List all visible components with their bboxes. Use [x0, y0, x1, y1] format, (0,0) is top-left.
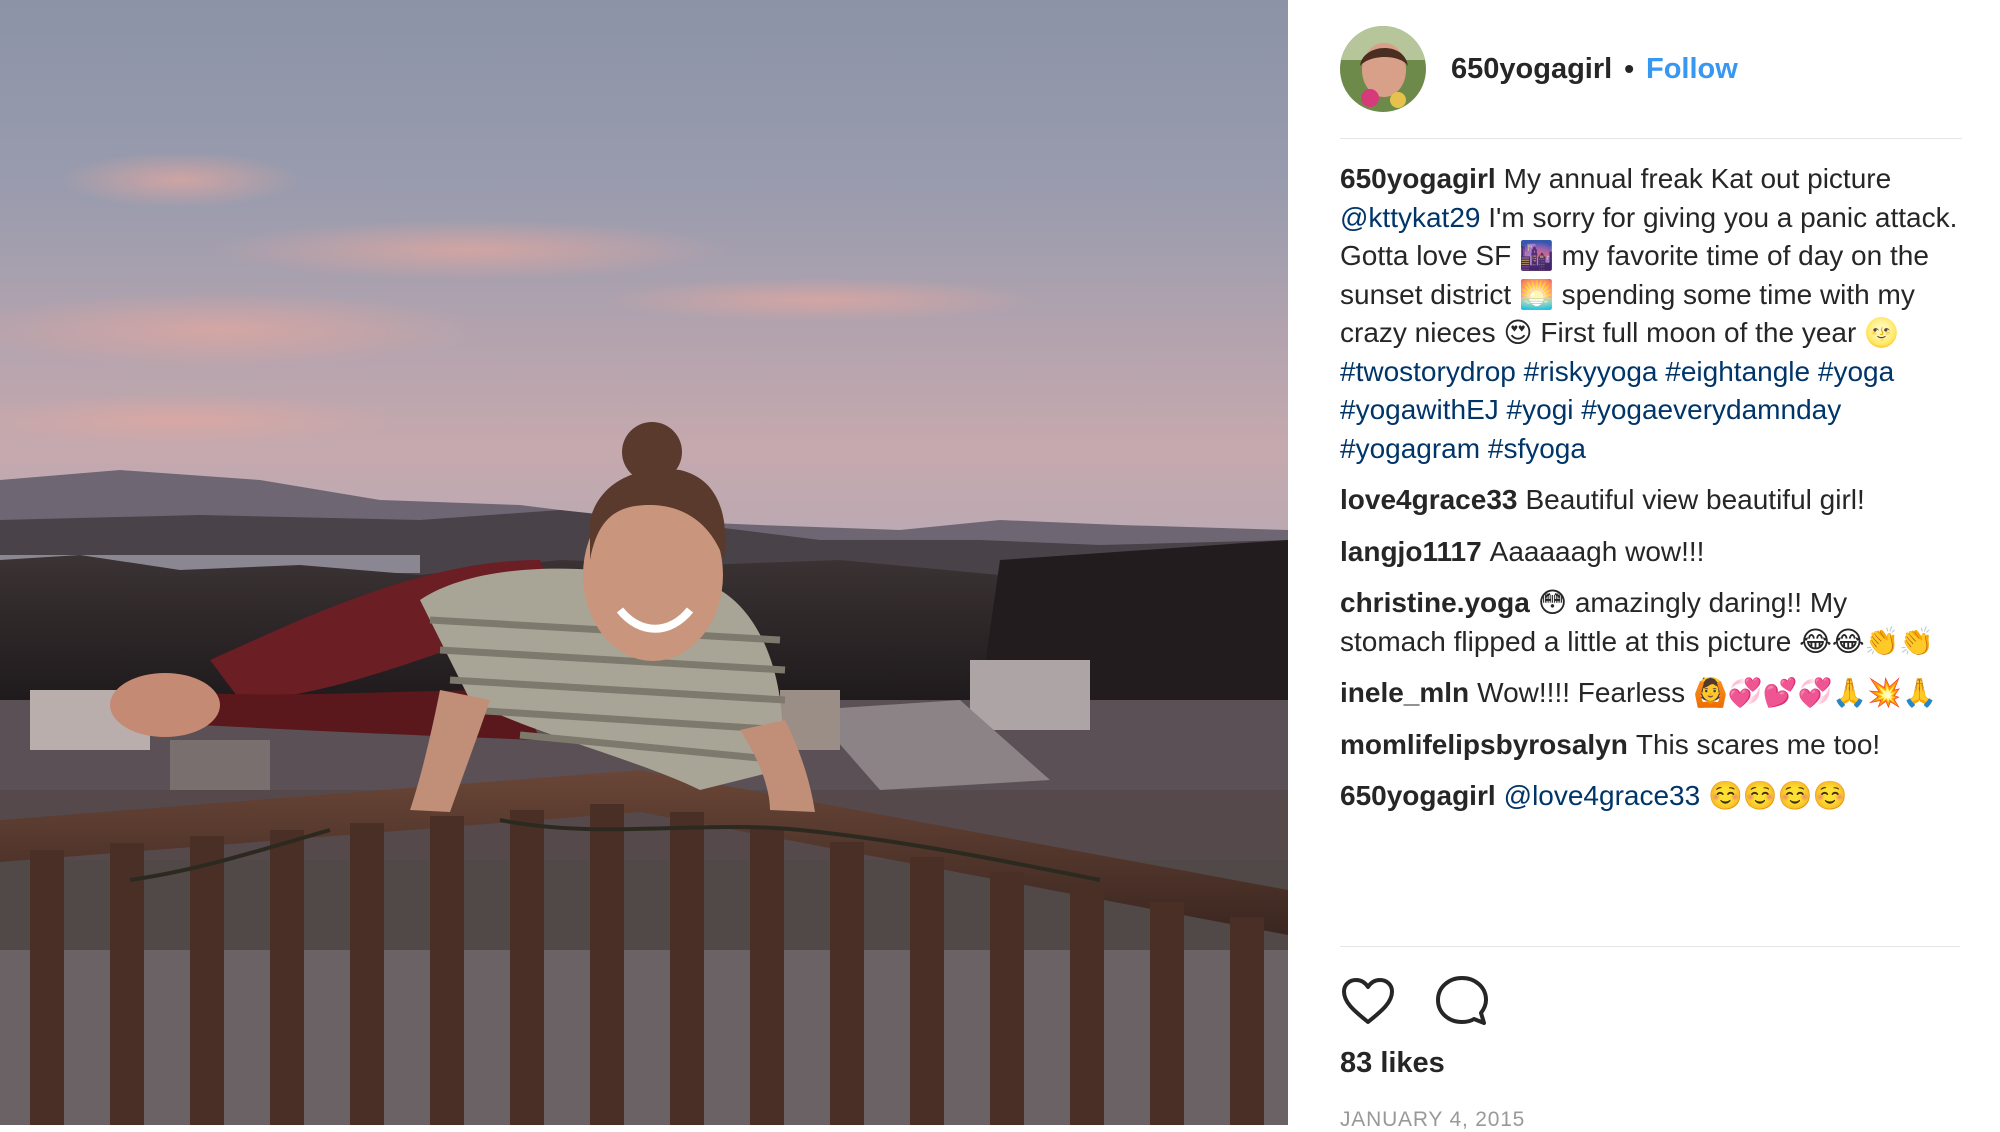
hashtag-link[interactable]: #yogawithEJ [1340, 394, 1499, 425]
hashtag-link[interactable]: #yogaeverydamnday [1581, 394, 1841, 425]
like-button[interactable] [1340, 973, 1396, 1029]
emoji: 😂😂👏👏 [1799, 625, 1935, 657]
comment-username[interactable]: christine.yoga [1340, 587, 1530, 618]
author-username[interactable]: 650yogagirl [1451, 53, 1612, 86]
comment-item: momlifelipsbyrosalyn This scares me too! [1340, 726, 1960, 765]
comment-button[interactable] [1434, 973, 1490, 1029]
emoji: 🙆💞💕💞🙏💥🙏 [1692, 677, 1937, 708]
post-date: JANUARY 4, 2015 [1340, 1108, 1526, 1131]
comment-item: langjo1117 Aaaaaagh wow!!! [1340, 533, 1960, 572]
post-header: 650yogagirl • Follow [1340, 0, 1962, 139]
avatar[interactable] [1340, 26, 1426, 112]
mention-link[interactable]: @love4grace33 [1504, 780, 1701, 811]
comment-item: 650yogagirl My annual freak Kat out pictu… [1340, 160, 1960, 468]
post-sidebar: 650yogagirl • Follow 650yogagirl My annua… [1288, 0, 2000, 1131]
heart-outline-icon [1342, 978, 1394, 1024]
emoji: 🌆 [1518, 240, 1554, 271]
comment-username[interactable]: inele_mln [1340, 677, 1469, 708]
hashtag-link[interactable]: #sfyoga [1488, 433, 1586, 464]
instagram-post: 650yogagirl • Follow 650yogagirl My annua… [0, 0, 2000, 1131]
comment-text [1516, 356, 1524, 387]
hashtag-link[interactable]: #twostorydrop [1340, 356, 1516, 387]
comment-item: 650yogagirl @love4grace33 ☺️☺️☺️☺️ [1340, 777, 1960, 816]
comment-text [1810, 356, 1818, 387]
separator-dot: • [1624, 53, 1634, 84]
comment-username[interactable]: love4grace33 [1340, 484, 1517, 515]
hashtag-link[interactable]: #yogi [1507, 394, 1574, 425]
emoji: 😳 [1537, 587, 1568, 618]
emoji: ☺️☺️☺️☺️ [1707, 780, 1848, 811]
emoji: 😍 [1503, 317, 1533, 348]
comment-username[interactable]: 650yogagirl [1340, 780, 1496, 811]
hashtag-link[interactable]: #riskyyoga [1524, 356, 1658, 387]
comment-text: My annual freak Kat out picture [1503, 163, 1892, 194]
comment-item: love4grace33 Beautiful view beautiful gir… [1340, 481, 1960, 520]
mention-link[interactable]: @kttykat29 [1340, 202, 1480, 233]
comment-username[interactable]: momlifelipsbyrosalyn [1340, 729, 1628, 760]
hashtag-link[interactable]: #eightangle [1665, 356, 1810, 387]
comment-username[interactable]: 650yogagirl [1340, 163, 1496, 194]
emoji: 🌅 [1518, 278, 1554, 310]
comment-item: christine.yoga 😳 amazingly daring!! My st… [1340, 584, 1960, 661]
comment-text: Aaaaaagh wow!!! [1489, 535, 1705, 567]
speech-bubble-icon [1436, 976, 1488, 1025]
comment-text: First full moon of the year [1532, 317, 1865, 348]
follow-button[interactable]: Follow [1646, 53, 1738, 86]
comment-text: This scares me too! [1635, 728, 1881, 760]
likes-count[interactable]: 83 likes [1340, 1047, 1445, 1080]
comment-item: inele_mln Wow!!!! Fearless 🙆💞💕💞🙏💥🙏 [1340, 674, 1960, 713]
comment-text: Beautiful view beautiful girl! [1525, 484, 1865, 515]
comments-list[interactable]: 650yogagirl My annual freak Kat out pictu… [1340, 160, 1960, 947]
hashtag-link[interactable]: #yogagram [1340, 433, 1480, 464]
post-photo[interactable] [0, 0, 1288, 1125]
hashtag-link[interactable]: #yoga [1818, 356, 1894, 387]
comment-text [1480, 433, 1488, 464]
comment-text [1700, 780, 1708, 811]
emoji: 🌝 [1864, 317, 1899, 348]
comment-username[interactable]: langjo1117 [1340, 536, 1482, 567]
comment-text: Wow!!!! Fearless [1477, 677, 1693, 708]
comment-text [1499, 394, 1507, 425]
action-bar [1340, 968, 1528, 1034]
